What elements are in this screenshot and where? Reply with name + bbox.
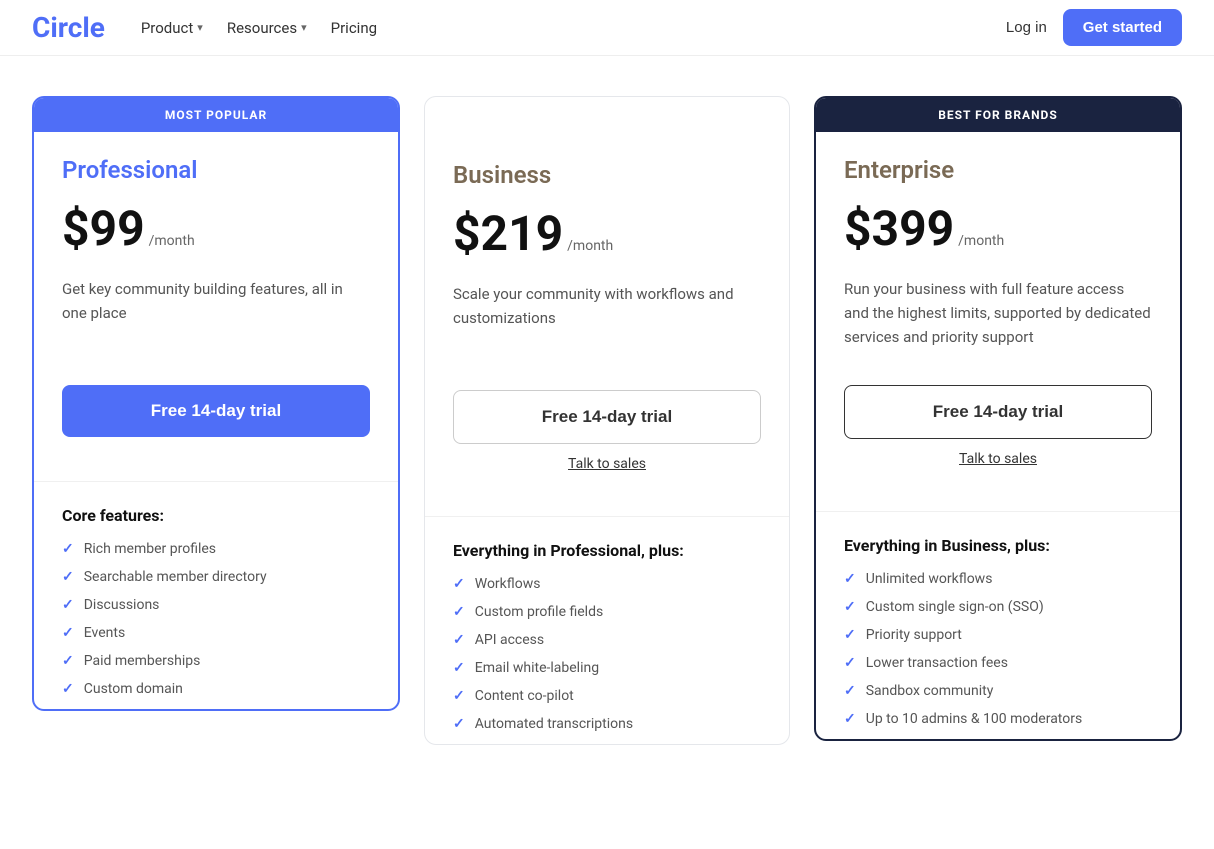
nav-resources[interactable]: Resources ▾ <box>227 19 307 37</box>
plan-name-business: Business <box>453 161 761 189</box>
plan-price-professional: $99 /month <box>62 200 370 257</box>
check-icon: ✓ <box>844 599 856 615</box>
plan-enterprise: BEST FOR BRANDS Enterprise $399 /month R… <box>814 96 1182 741</box>
plan-badge-enterprise: BEST FOR BRANDS <box>816 98 1180 132</box>
check-icon: ✓ <box>62 625 74 641</box>
nav-pricing[interactable]: Pricing <box>331 19 377 37</box>
plan-name-professional: Professional <box>62 156 370 184</box>
check-icon: ✓ <box>844 711 856 727</box>
features-business: Everything in Professional, plus: ✓ Work… <box>425 516 789 732</box>
talk-to-sales-enterprise[interactable]: Talk to sales <box>844 451 1152 467</box>
trial-button-business[interactable]: Free 14-day trial <box>453 390 761 444</box>
list-item: ✓ Sandbox community <box>844 683 1152 699</box>
list-item: ✓ Searchable member directory <box>62 569 370 585</box>
price-period-professional: /month <box>149 233 195 249</box>
features-enterprise: Everything in Business, plus: ✓ Unlimite… <box>816 511 1180 727</box>
list-item: ✓ Up to 10 admins & 100 moderators <box>844 711 1152 727</box>
check-icon: ✓ <box>844 683 856 699</box>
list-item: ✓ Custom single sign-on (SSO) <box>844 599 1152 615</box>
navbar: Circle Product ▾ Resources ▾ Pricing Log… <box>0 0 1214 56</box>
check-icon: ✓ <box>453 688 465 704</box>
features-professional: Core features: ✓ Rich member profiles ✓ … <box>34 481 398 697</box>
check-icon: ✓ <box>453 576 465 592</box>
price-period-business: /month <box>567 238 613 254</box>
talk-to-sales-business[interactable]: Talk to sales <box>453 456 761 472</box>
check-icon: ✓ <box>62 597 74 613</box>
list-item: ✓ Rich member profiles <box>62 541 370 557</box>
logo[interactable]: Circle <box>32 11 105 44</box>
list-item: ✓ Custom domain <box>62 681 370 697</box>
list-item: ✓ Email white-labeling <box>453 660 761 676</box>
list-item: ✓ Priority support <box>844 627 1152 643</box>
plan-body-professional: Professional $99 /month Get key communit… <box>34 132 398 461</box>
check-icon: ✓ <box>453 660 465 676</box>
plan-desc-business: Scale your community with workflows and … <box>453 282 761 362</box>
plan-business: Business $219 /month Scale your communit… <box>424 96 790 745</box>
list-item: ✓ API access <box>453 632 761 648</box>
list-item: ✓ Content co-pilot <box>453 688 761 704</box>
chevron-down-icon: ▾ <box>197 21 203 34</box>
trial-button-enterprise[interactable]: Free 14-day trial <box>844 385 1152 439</box>
trial-button-professional[interactable]: Free 14-day trial <box>62 385 370 437</box>
check-icon: ✓ <box>844 571 856 587</box>
plan-desc-enterprise: Run your business with full feature acce… <box>844 277 1152 357</box>
plan-desc-professional: Get key community building features, all… <box>62 277 370 357</box>
plan-badge-popular: MOST POPULAR <box>34 98 398 132</box>
get-started-button[interactable]: Get started <box>1063 9 1182 46</box>
list-item: ✓ Workflows <box>453 576 761 592</box>
features-title-professional: Core features: <box>62 506 370 525</box>
list-item: ✓ Custom profile fields <box>453 604 761 620</box>
plan-professional: MOST POPULAR Professional $99 /month Get… <box>32 96 400 711</box>
plan-price-business: $219 /month <box>453 205 761 262</box>
check-icon: ✓ <box>62 653 74 669</box>
plan-body-business: Business $219 /month Scale your communit… <box>425 137 789 496</box>
features-title-business: Everything in Professional, plus: <box>453 541 761 560</box>
price-amount-professional: $99 <box>62 200 145 257</box>
plan-price-enterprise: $399 /month <box>844 200 1152 257</box>
list-item: ✓ Events <box>62 625 370 641</box>
list-item: ✓ Automated transcriptions <box>453 716 761 732</box>
nav-links: Product ▾ Resources ▾ Pricing <box>141 19 1006 37</box>
pricing-section: MOST POPULAR Professional $99 /month Get… <box>0 56 1214 785</box>
check-icon: ✓ <box>844 627 856 643</box>
list-item: ✓ Discussions <box>62 597 370 613</box>
list-item: ✓ Paid memberships <box>62 653 370 669</box>
check-icon: ✓ <box>62 569 74 585</box>
check-icon: ✓ <box>453 604 465 620</box>
nav-right: Log in Get started <box>1006 9 1182 46</box>
plan-body-enterprise: Enterprise $399 /month Run your business… <box>816 132 1180 491</box>
price-amount-enterprise: $399 <box>844 200 954 257</box>
check-icon: ✓ <box>62 541 74 557</box>
check-icon: ✓ <box>62 681 74 697</box>
check-icon: ✓ <box>844 655 856 671</box>
nav-product[interactable]: Product ▾ <box>141 19 203 37</box>
list-item: ✓ Unlimited workflows <box>844 571 1152 587</box>
features-title-enterprise: Everything in Business, plus: <box>844 536 1152 555</box>
chevron-down-icon: ▾ <box>301 21 307 34</box>
price-amount-business: $219 <box>453 205 563 262</box>
price-period-enterprise: /month <box>958 233 1004 249</box>
login-button[interactable]: Log in <box>1006 19 1047 36</box>
plan-name-enterprise: Enterprise <box>844 156 1152 184</box>
list-item: ✓ Lower transaction fees <box>844 655 1152 671</box>
check-icon: ✓ <box>453 632 465 648</box>
check-icon: ✓ <box>453 716 465 732</box>
